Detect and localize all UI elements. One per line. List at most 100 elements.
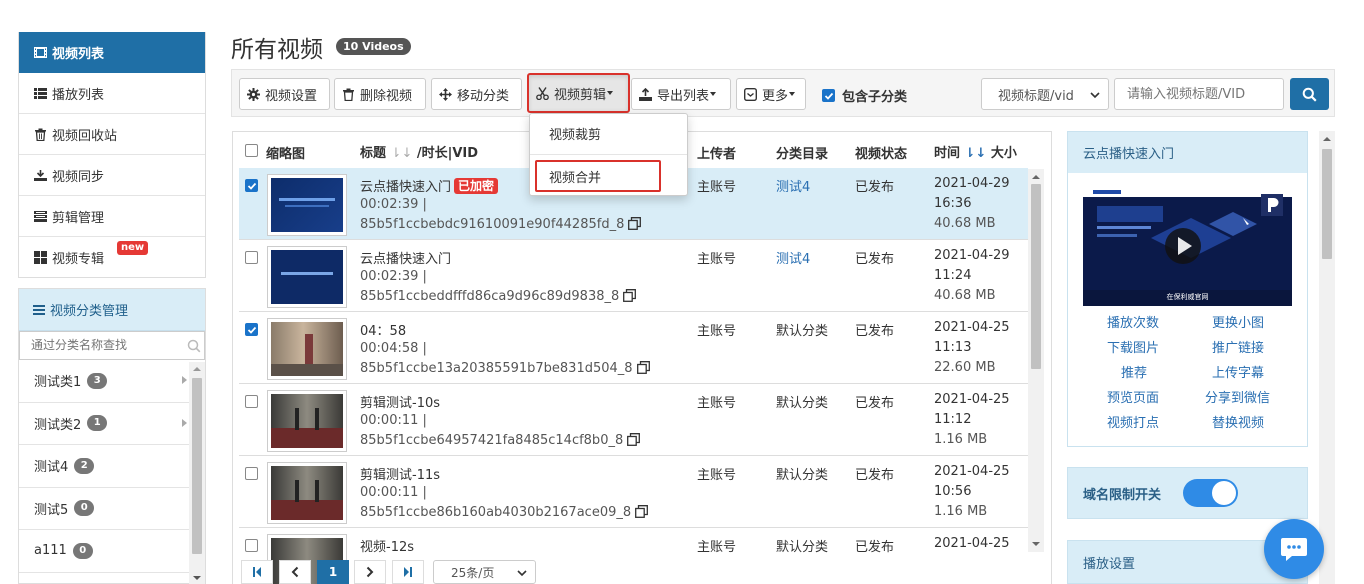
video-title[interactable]: 剪辑测试-11s [360, 464, 440, 483]
table-row[interactable]: 云点播快速入门 00:02:39 | 85b5f1ccbeddfffd86ca9… [239, 240, 1028, 312]
toggle-knob [1212, 481, 1236, 505]
last-page-button[interactable] [392, 560, 424, 584]
prev-page-button[interactable] [279, 560, 311, 584]
row-checkbox[interactable] [245, 539, 258, 552]
column-header-category: 分类目录 [776, 147, 829, 162]
category-item[interactable]: 测试4 2 [19, 445, 191, 488]
next-page-button[interactable] [354, 560, 386, 584]
page-number-button[interactable]: 1 [317, 560, 349, 584]
video-thumbnail[interactable] [267, 318, 347, 380]
chevron-right-icon[interactable] [182, 376, 187, 384]
chevron-right-icon[interactable] [182, 418, 187, 427]
page-scrollbar[interactable] [1319, 131, 1335, 584]
file-size: 1.16 MB [934, 504, 988, 519]
search-input[interactable] [1114, 78, 1284, 110]
category-search-input[interactable] [19, 330, 205, 360]
promotion-link[interactable]: 推广链接 [1212, 337, 1264, 356]
select-all-checkbox[interactable] [245, 144, 258, 157]
video-vid: 85b5f1ccbeddfffd86ca9d96c89d9838_8 [360, 289, 620, 304]
sort-icon[interactable]: ⇂↓ [391, 146, 413, 161]
video-title[interactable]: 视频-12s [360, 536, 414, 555]
change-thumbnail-link[interactable]: 更换小图 [1212, 312, 1264, 331]
category-item[interactable]: 测试类1 3 [19, 360, 191, 403]
export-list-button[interactable]: 导出列表 [631, 78, 731, 110]
sidebar-item-recycle-bin[interactable]: 视频回收站 [19, 114, 205, 155]
copy-icon[interactable] [636, 361, 650, 374]
sidebar-item-playlist[interactable]: 播放列表 [19, 73, 205, 114]
play-settings-label[interactable]: 播放设置 [1083, 557, 1135, 572]
sidebar-item-video-list[interactable]: 视频列表 [19, 32, 205, 73]
row-checkbox[interactable] [245, 251, 258, 264]
search-button[interactable] [1290, 78, 1329, 110]
share-wechat-link[interactable]: 分享到微信 [1205, 387, 1270, 406]
copy-icon[interactable] [628, 217, 642, 230]
category-scrollbar[interactable] [189, 362, 205, 584]
row-checkbox[interactable] [245, 323, 258, 336]
sidebar-item-clip-management[interactable]: 剪辑管理 [19, 196, 205, 237]
video-thumbnail[interactable] [267, 390, 347, 452]
status: 已发布 [855, 180, 895, 195]
search-icon[interactable] [187, 339, 201, 353]
delete-video-button[interactable]: 删除视频 [334, 78, 426, 110]
replace-video-link[interactable]: 替换视频 [1212, 412, 1264, 431]
category-item[interactable]: a111 0 [19, 530, 191, 573]
video-title[interactable]: 云点播快速入门 [360, 180, 451, 195]
chat-button[interactable] [1264, 519, 1324, 579]
preview-page-link[interactable]: 预览页面 [1107, 387, 1159, 406]
sidebar-item-album[interactable]: 视频专辑 new [19, 237, 205, 278]
upload-subtitle-link[interactable]: 上传字幕 [1212, 362, 1264, 381]
search-field-select[interactable]: 视频标题/vid [981, 78, 1109, 110]
export-icon [639, 87, 652, 101]
column-header-title[interactable]: 标题 ⇂↓ /时长|VID [360, 142, 478, 161]
list-icon [34, 87, 47, 100]
video-thumbnail[interactable] [267, 462, 347, 524]
copy-icon[interactable] [635, 505, 649, 518]
category-link[interactable]: 测试4 [776, 248, 810, 267]
status: 已发布 [855, 252, 895, 267]
video-merge-menu-item[interactable]: 视频合并 [535, 160, 661, 192]
sidebar-item-video-sync[interactable]: 视频同步 [19, 155, 205, 196]
first-page-button[interactable] [241, 560, 273, 584]
category-link[interactable]: 测试4 [776, 176, 810, 195]
upload-date: 2021-04-25 [934, 536, 1010, 551]
page-size-select[interactable]: 25条/页 [433, 560, 536, 584]
count-badge: 3 [87, 372, 108, 389]
category-item[interactable]: 测试5 0 [19, 488, 191, 530]
row-checkbox[interactable] [245, 467, 258, 480]
video-title[interactable]: 云点播快速入门 [360, 248, 451, 267]
video-marker-link[interactable]: 视频打点 [1107, 412, 1159, 431]
table-scrollbar[interactable] [1028, 169, 1044, 552]
play-count-link[interactable]: 播放次数 [1107, 312, 1159, 331]
video-edit-button[interactable]: 视频剪辑 [527, 73, 630, 113]
move-category-button[interactable]: 移动分类 [431, 78, 522, 110]
category-item[interactable]: 测试类2 1 [19, 403, 191, 445]
include-subcategory-toggle[interactable]: 包含子分类 [822, 86, 907, 105]
sort-desc-icon[interactable]: ⇂↓ [965, 146, 987, 161]
chevron-down-icon [1090, 91, 1100, 99]
dropdown-divider [530, 154, 687, 155]
download-image-link[interactable]: 下载图片 [1107, 337, 1159, 356]
row-checkbox[interactable] [245, 179, 258, 192]
copy-icon[interactable] [623, 289, 637, 302]
domain-limit-toggle[interactable] [1183, 479, 1238, 507]
column-header-time-size[interactable]: 时间 ⇂↓ 大小 [934, 142, 1017, 161]
video-preview[interactable]: 在保利威官网 [1083, 188, 1292, 306]
row-checkbox[interactable] [245, 395, 258, 408]
uploader: 主账号 [697, 468, 737, 483]
recommend-link[interactable]: 推荐 [1121, 362, 1147, 381]
video-title[interactable]: 剪辑测试-10s [360, 392, 440, 411]
copy-icon[interactable] [627, 433, 641, 446]
more-button[interactable]: 更多 [736, 78, 806, 110]
table-row[interactable]: 04：58 00:04:58 | 85b5f1ccbe13a20385591b7… [239, 312, 1028, 384]
video-title[interactable]: 04：58 [360, 320, 406, 339]
video-crop-menu-item[interactable]: 视频裁剪 [530, 118, 687, 148]
upload-time: 11:24 [934, 268, 972, 283]
category-label: 默认分类 [776, 468, 829, 483]
video-preview-caption: 在保利威官网 [1166, 293, 1209, 301]
include-subcategory-checkbox[interactable] [822, 89, 835, 102]
video-thumbnail[interactable] [267, 174, 347, 236]
table-row[interactable]: 剪辑测试-11s 00:00:11 | 85b5f1ccbe86b160ab40… [239, 456, 1028, 528]
video-thumbnail[interactable] [267, 246, 347, 308]
table-row[interactable]: 剪辑测试-10s 00:00:11 | 85b5f1ccbe64957421fa… [239, 384, 1028, 456]
video-settings-button[interactable]: 视频设置 [239, 78, 330, 110]
